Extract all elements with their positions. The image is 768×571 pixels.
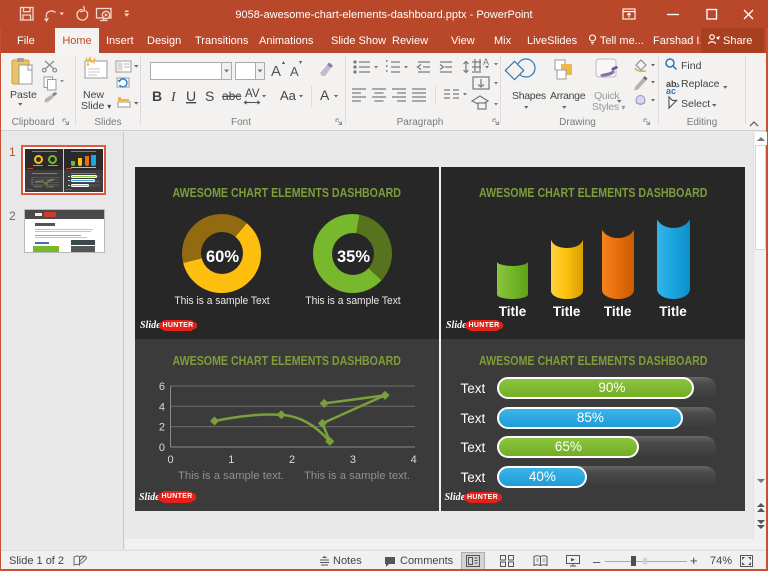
svg-text:U: U — [186, 88, 196, 104]
svg-text:A: A — [271, 63, 281, 80]
svg-text:2: 2 — [289, 454, 295, 466]
svg-text:abc: abc — [222, 89, 241, 103]
svg-text:A: A — [483, 57, 489, 67]
svg-text:0: 0 — [167, 454, 173, 466]
svg-text:I: I — [170, 90, 177, 105]
svg-text:B: B — [152, 88, 162, 104]
svg-text:1: 1 — [228, 454, 234, 466]
svg-text:Aa: Aa — [280, 88, 297, 103]
svg-text:0: 0 — [159, 442, 165, 454]
svg-text:A: A — [290, 64, 299, 79]
svg-text:3: 3 — [350, 454, 356, 466]
svg-text:This is a sample text.: This is a sample text. — [304, 470, 410, 482]
svg-text:4: 4 — [411, 454, 417, 466]
svg-text:6: 6 — [159, 381, 165, 393]
svg-text:AV: AV — [245, 88, 260, 100]
svg-text:This is a sample text.: This is a sample text. — [178, 470, 284, 482]
svg-text:2: 2 — [159, 422, 165, 434]
svg-text:4: 4 — [159, 401, 165, 413]
svg-text:ac: ac — [666, 86, 676, 96]
svg-text:A: A — [320, 87, 330, 103]
svg-text:S: S — [205, 88, 214, 104]
